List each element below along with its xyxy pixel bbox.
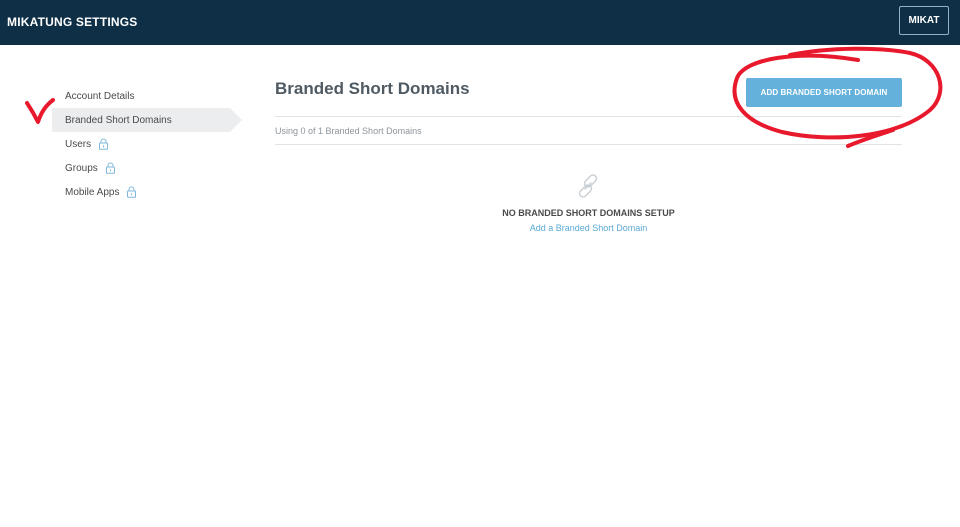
sidebar-item-label: Branded Short Domains	[65, 114, 172, 126]
sidebar-item-label: Groups	[65, 162, 98, 174]
sidebar-item-users[interactable]: Users	[52, 132, 252, 156]
add-branded-short-domain-button[interactable]: ADD BRANDED SHORT DOMAIN	[746, 78, 902, 107]
sidebar-item-account-details[interactable]: Account Details	[52, 84, 252, 108]
sidebar-item-label: Account Details	[65, 90, 135, 102]
link-icon	[578, 174, 598, 198]
divider	[275, 116, 902, 117]
app-title: MIKATUNG SETTINGS	[7, 15, 138, 29]
sidebar-item-branded-short-domains[interactable]: Branded Short Domains	[52, 108, 242, 132]
add-branded-short-domain-link[interactable]: Add a Branded Short Domain	[275, 223, 902, 233]
empty-state-title: NO BRANDED SHORT DOMAINS SETUP	[502, 208, 675, 218]
sidebar-item-mobile-apps[interactable]: Mobile Apps	[52, 180, 252, 204]
user-menu-button[interactable]: MIKAT	[899, 6, 949, 35]
lock-icon	[99, 138, 109, 150]
sidebar-item-label: Users	[65, 138, 92, 150]
page-title: Branded Short Domains	[275, 79, 470, 98]
usage-text: Using 0 of 1 Branded Short Domains	[275, 126, 422, 136]
divider	[275, 144, 902, 145]
sidebar-item-label: Mobile Apps	[65, 186, 120, 198]
sidebar-item-groups[interactable]: Groups	[52, 156, 252, 180]
lock-icon	[127, 186, 137, 198]
top-bar: MIKATUNG SETTINGS MIKAT	[0, 0, 960, 45]
check-mark-annotation	[25, 98, 55, 124]
settings-sidebar: Account Details Branded Short Domains Us…	[52, 84, 252, 204]
lock-icon	[105, 162, 115, 174]
